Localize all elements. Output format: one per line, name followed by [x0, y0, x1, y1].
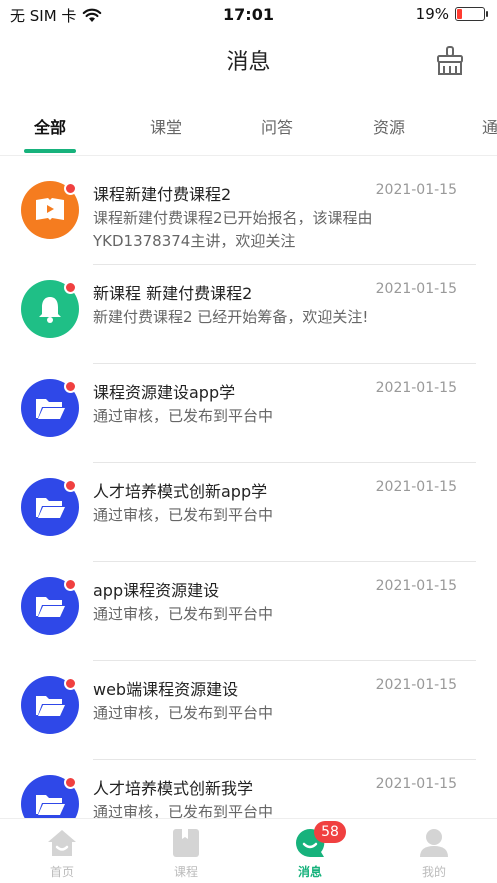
battery-fill	[457, 9, 462, 19]
message-avatar	[21, 478, 79, 536]
folder-icon	[36, 498, 65, 518]
message-avatar	[21, 775, 79, 818]
message-date: 2021-01-15	[375, 578, 457, 594]
status-right: 19%	[415, 5, 488, 23]
book-icon	[170, 827, 202, 859]
message-item[interactable]: web端课程资源建设 2021-01-15 通过审核，已发布到平台中	[0, 661, 497, 760]
message-item[interactable]: 人才培养模式创新app学 2021-01-15 通过审核，已发布到平台中	[0, 463, 497, 562]
battery-icon	[455, 7, 488, 21]
message-item[interactable]: 人才培养模式创新我学 2021-01-15 通过审核，已发布到平台中	[0, 760, 497, 818]
folder-icon	[36, 597, 65, 617]
battery-percent: 19%	[415, 5, 449, 23]
folder-icon	[36, 399, 65, 419]
folder-icon	[36, 795, 65, 815]
tab-qa[interactable]: 问答	[227, 114, 327, 138]
message-desc: 课程新建付费课程2已开始报名，该课程由YKD1378374主讲，欢迎关注	[93, 209, 373, 250]
course-book-icon	[36, 198, 64, 220]
message-avatar	[21, 181, 79, 239]
message-title: 新课程 新建付费课程2	[93, 284, 253, 303]
tabbar-label: 消息	[297, 865, 322, 879]
unread-dot	[64, 281, 77, 294]
chat-icon: 58	[294, 821, 346, 859]
message-date: 2021-01-15	[375, 479, 457, 495]
message-avatar	[21, 379, 79, 437]
message-avatar	[21, 577, 79, 635]
tabbar-messages[interactable]: 58 消息	[248, 821, 372, 880]
unread-count-badge: 58	[314, 821, 346, 843]
home-icon	[46, 827, 78, 859]
unread-dot	[64, 776, 77, 789]
message-item[interactable]: 课程新建付费课程2 2021-01-15 课程新建付费课程2已开始报名，该课程由…	[0, 166, 497, 265]
message-item[interactable]: 课程资源建设app学 2021-01-15 通过审核，已发布到平台中	[0, 364, 497, 463]
message-title: 课程新建付费课程2	[93, 185, 232, 204]
message-desc: 通过审核，已发布到平台中	[93, 605, 274, 623]
message-title: 人才培养模式创新我学	[93, 779, 254, 798]
tab-classroom[interactable]: 课堂	[116, 114, 216, 138]
category-tabs: 全部 课堂 问答 资源 通	[0, 100, 497, 156]
message-date: 2021-01-15	[375, 380, 457, 396]
page-title: 消息	[226, 50, 271, 75]
clear-messages-button[interactable]	[433, 44, 467, 78]
unread-dot	[64, 182, 77, 195]
tabbar-profile[interactable]: 我的	[372, 827, 496, 880]
message-desc: 通过审核，已发布到平台中	[93, 407, 274, 425]
message-desc: 通过审核，已发布到平台中	[93, 704, 274, 722]
message-item[interactable]: 新课程 新建付费课程2 2021-01-15 新建付费课程2 已经开始筹备，欢迎…	[0, 265, 497, 364]
tab-resources[interactable]: 资源	[339, 114, 439, 138]
message-title: 课程资源建设app学	[93, 383, 236, 402]
folder-icon	[36, 696, 65, 716]
message-title: 人才培养模式创新app学	[93, 482, 268, 501]
status-bar: 无 SIM 卡 17:01 19%	[0, 0, 497, 30]
message-list: 课程新建付费课程2 2021-01-15 课程新建付费课程2已开始报名，该课程由…	[0, 166, 497, 818]
broom-icon	[437, 46, 463, 75]
tabbar-label: 首页	[49, 865, 74, 879]
unread-dot	[64, 380, 77, 393]
user-icon	[418, 827, 450, 859]
bottom-tab-bar: 首页 课程 58 消息 我的	[0, 818, 497, 883]
message-avatar	[21, 280, 79, 338]
message-title: web端课程资源建设	[93, 680, 239, 699]
message-date: 2021-01-15	[375, 182, 457, 198]
message-date: 2021-01-15	[375, 677, 457, 693]
tabbar-home[interactable]: 首页	[0, 827, 124, 880]
message-desc: 通过审核，已发布到平台中	[93, 506, 274, 524]
unread-dot	[64, 578, 77, 591]
active-tab-indicator	[24, 149, 76, 153]
bell-icon	[39, 297, 61, 323]
message-avatar	[21, 676, 79, 734]
tab-notice[interactable]: 通	[440, 114, 497, 138]
message-desc: 通过审核，已发布到平台中	[93, 803, 274, 818]
tabbar-label: 课程	[173, 865, 198, 879]
message-date: 2021-01-15	[375, 281, 457, 297]
tabbar-course[interactable]: 课程	[124, 827, 248, 880]
message-date: 2021-01-15	[375, 776, 457, 792]
message-item[interactable]: app课程资源建设 2021-01-15 通过审核，已发布到平台中	[0, 562, 497, 661]
tabbar-label: 我的	[421, 865, 446, 879]
header: 消息	[0, 30, 497, 90]
tab-all[interactable]: 全部	[0, 114, 100, 138]
unread-dot	[64, 677, 77, 690]
message-desc: 新建付费课程2 已经开始筹备，欢迎关注!	[93, 308, 369, 326]
message-title: app课程资源建设	[93, 581, 220, 600]
unread-dot	[64, 479, 77, 492]
